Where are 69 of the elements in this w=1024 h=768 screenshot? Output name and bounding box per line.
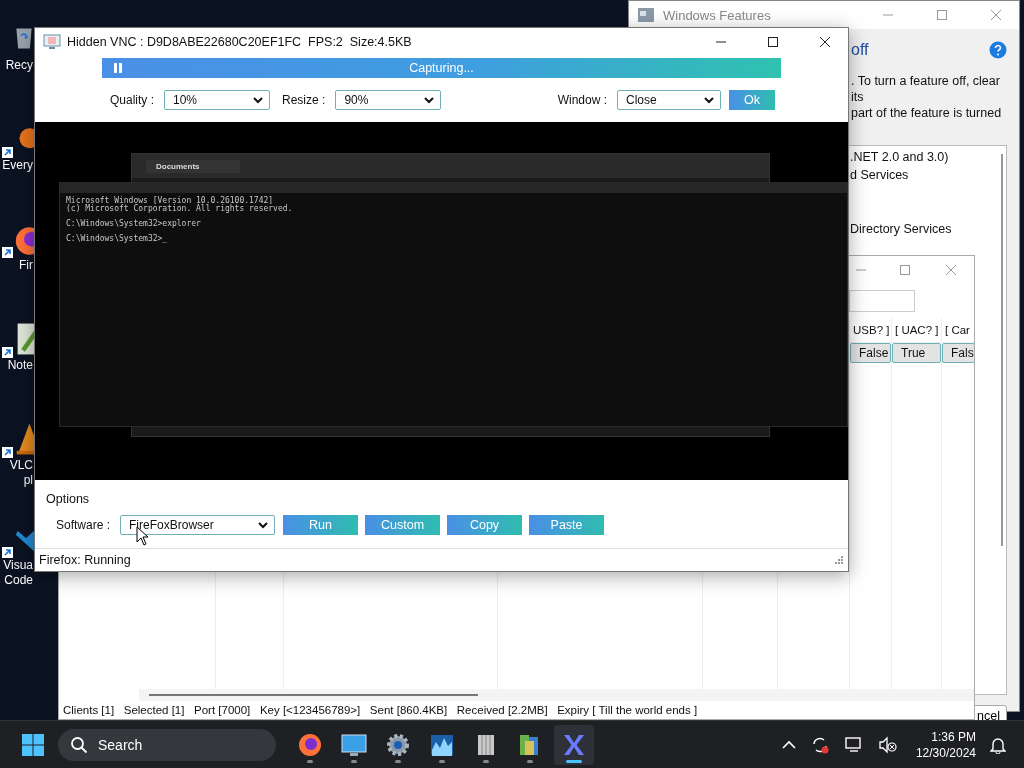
search-icon	[70, 735, 88, 754]
search-field[interactable]	[849, 290, 915, 312]
horizontal-scrollbar[interactable]	[139, 689, 974, 701]
feature-item[interactable]: d Services	[848, 166, 1006, 184]
x-logo-icon	[562, 732, 586, 757]
clock-time[interactable]: 1:36 PM	[931, 728, 976, 745]
network-icon[interactable]	[843, 735, 864, 754]
clock-date[interactable]: 12/30/2024	[915, 744, 976, 761]
chevron-down-icon	[253, 96, 263, 104]
chevron-down-icon	[258, 521, 269, 529]
icon-label: Recy	[5, 58, 34, 73]
help-icon[interactable]	[989, 41, 1007, 59]
description-text: part of the feature is turned	[851, 105, 1003, 121]
resize-dropdown[interactable]: 90%	[335, 90, 442, 110]
resize-grip-icon[interactable]	[834, 555, 844, 565]
window-title: Windows Features	[663, 7, 771, 23]
chart-icon	[430, 733, 454, 756]
feature-item[interactable]: Directory Services	[848, 220, 1006, 238]
dialog-heading: off	[851, 41, 869, 59]
icon-label: Every	[2, 158, 34, 173]
volume-muted-icon[interactable]	[877, 735, 898, 754]
maximize-icon	[936, 9, 948, 21]
icon-label: Note	[7, 358, 34, 373]
console-line: (c) Microsoft Corporation. All rights reserved.	[66, 205, 294, 213]
maximize-icon	[767, 36, 779, 48]
icon-label: VLC	[9, 458, 34, 473]
taskbar-search-field[interactable]: Search	[58, 728, 276, 761]
browser-icon	[298, 732, 322, 757]
resize-label: Resize :	[282, 93, 326, 107]
taskbar-app-button[interactable]	[554, 724, 594, 765]
table-cell: Fals	[942, 343, 974, 363]
console-line: Microsoft Windows [Version 10.0.26100.1742]	[66, 197, 274, 205]
icon-label: Fir	[19, 258, 34, 273]
maximize-icon	[899, 264, 911, 276]
window-title: Hidden VNC : D9D8ABE22680C20EF1FC FPS:2 Size:4.5KB	[67, 35, 412, 49]
gear-icon	[386, 732, 410, 757]
quality-dropdown[interactable]: 10%	[164, 90, 270, 110]
chevron-down-icon	[424, 96, 435, 104]
close-icon	[990, 9, 1002, 21]
icon-label: Visua	[3, 558, 34, 573]
feature-item[interactable]: .NET 2.0 and 3.0)	[848, 148, 1006, 166]
chevron-down-icon	[704, 96, 714, 104]
icon-label: pl	[23, 473, 34, 488]
console-line: C:\Windows\System32>explorer	[66, 220, 202, 228]
close-icon	[819, 36, 831, 48]
window-app-icon	[637, 7, 655, 23]
chevron-up-icon[interactable]	[781, 739, 796, 750]
window-label: Window :	[557, 93, 607, 107]
window-dropdown[interactable]: Close	[617, 90, 721, 110]
software-label: Software :	[56, 518, 111, 532]
start-icon[interactable]	[21, 732, 45, 757]
pause-icon	[113, 62, 123, 74]
remote-tab[interactable]: Documents	[146, 159, 240, 173]
table-cell: False	[850, 343, 891, 363]
cancel-button[interactable]: ncel	[973, 705, 1007, 720]
monitor-icon	[43, 34, 61, 50]
status-text: Firefox: Running	[39, 553, 131, 567]
close-icon	[945, 264, 957, 276]
icon-label: Code	[4, 573, 34, 588]
notification-bell-icon[interactable]	[990, 735, 1006, 754]
quality-label: Quality :	[110, 93, 154, 107]
status-bar-text: Clients [1] Selected [1] Port [7000] Key [<123456789>] Sent [860.4KB] Received [2.2MB] Expiry [ Till the world ends ]	[62, 703, 699, 718]
options-label: Options	[46, 492, 91, 506]
capture-status: Capturing...	[408, 61, 475, 75]
document-stack-icon	[476, 732, 496, 757]
monitor-icon	[341, 732, 367, 757]
software-dropdown[interactable]: FireFoxBrowser	[120, 515, 276, 535]
console-line: C:\Windows\System32>_	[66, 235, 169, 243]
table-cell: True	[892, 343, 941, 363]
